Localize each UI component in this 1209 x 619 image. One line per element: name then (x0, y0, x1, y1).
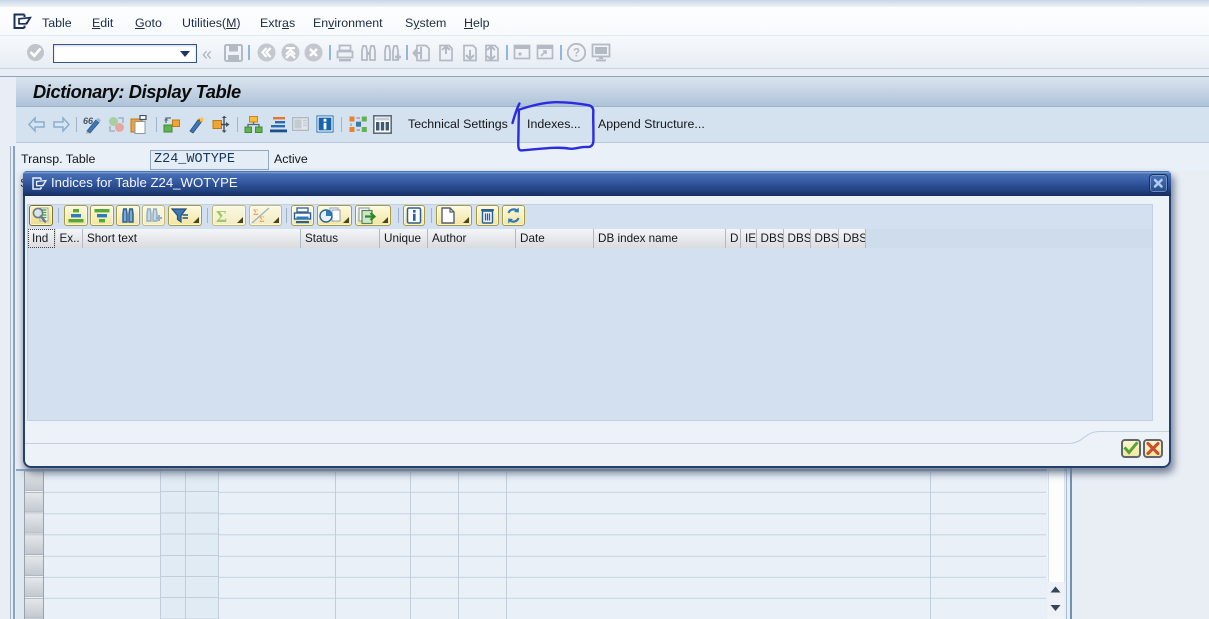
svg-text:?: ? (573, 48, 580, 60)
